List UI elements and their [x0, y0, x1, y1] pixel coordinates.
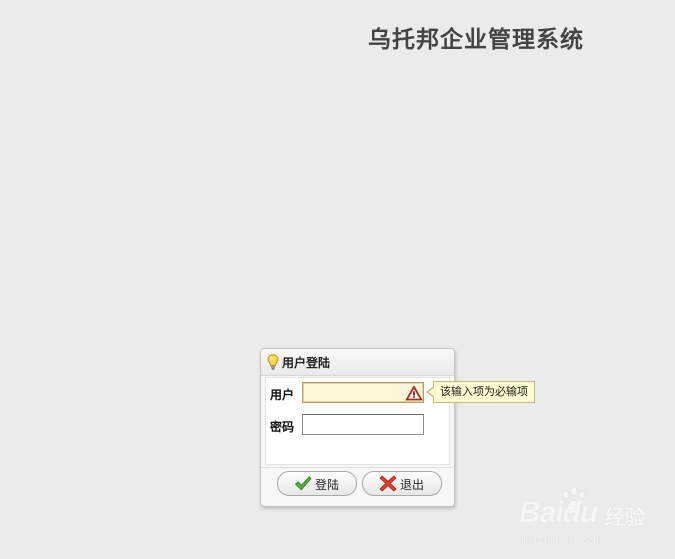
check-icon: [295, 476, 312, 491]
exit-button-label: 退出: [400, 478, 425, 492]
password-label: 密码: [270, 420, 295, 434]
login-panel-footer: 登陆 退出: [261, 467, 454, 507]
login-form: 用户 密码: [265, 377, 450, 465]
warning-icon: [405, 385, 423, 401]
lightbulb-icon: [267, 354, 279, 370]
tooltip-arrow: [426, 386, 435, 398]
login-panel: 用户登陆 用户 密码 登陆 退出: [260, 348, 455, 507]
watermark-brand: Baidu: [519, 496, 598, 529]
watermark-url: jingyan.baidu.com: [521, 536, 602, 547]
password-input[interactable]: [302, 414, 424, 435]
app-title: 乌托邦企业管理系统: [368, 26, 584, 53]
watermark-product: 经验: [605, 505, 645, 529]
close-icon: [379, 475, 397, 492]
login-panel-header: 用户登陆: [261, 349, 454, 376]
validation-tooltip: 该输入项为必输项: [426, 381, 535, 403]
login-panel-title: 用户登陆: [282, 356, 331, 370]
username-label: 用户: [270, 388, 295, 402]
exit-button[interactable]: 退出: [362, 471, 442, 496]
login-button-label: 登陆: [315, 478, 340, 492]
login-button[interactable]: 登陆: [277, 471, 357, 496]
baidu-jingyan-watermark: Baidu 经验 jingyan.baidu.com: [515, 484, 665, 554]
validation-tooltip-text: 该输入项为必输项: [440, 385, 528, 398]
